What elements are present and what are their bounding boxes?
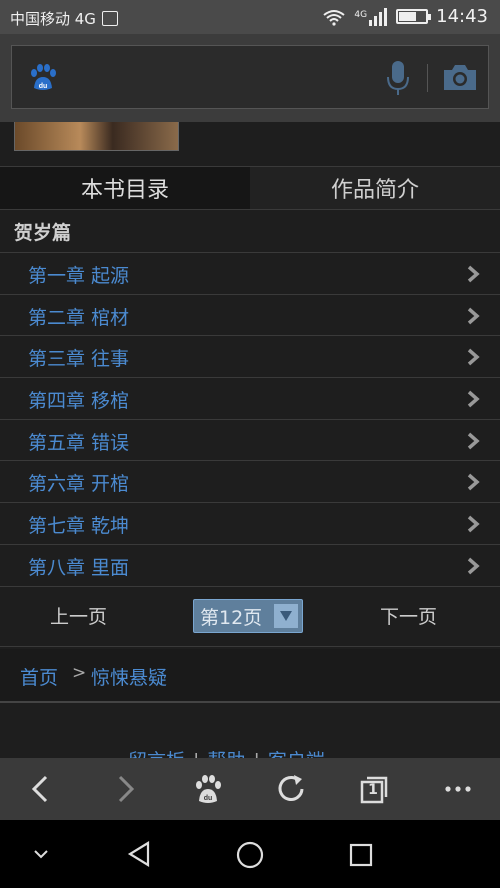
chevron-right-icon — [467, 432, 480, 450]
browser-search-bar: du — [0, 34, 500, 122]
chapter-item[interactable]: 第八章 里面 — [0, 545, 500, 587]
chapter-item[interactable]: 第五章 错误 — [0, 420, 500, 462]
status-bar: 中国移动 4G 4G 14:43 — [0, 0, 500, 34]
breadcrumb: 首页 > 惊悚悬疑 — [0, 649, 500, 703]
baidu-paw-icon: du — [31, 64, 56, 90]
nav-back-icon[interactable] — [126, 840, 154, 868]
chapter-list: 第一章 起源 第二章 棺材 第三章 往事 第四章 移棺 第五章 错误 第六章 开… — [0, 253, 500, 587]
footer-links: 留言板 | 帮助 | 客户端 — [128, 746, 325, 758]
chevron-right-icon — [467, 349, 480, 366]
search-input[interactable]: du — [11, 45, 489, 109]
wifi-icon — [323, 9, 346, 26]
chapter-item[interactable]: 第二章 棺材 — [0, 295, 500, 337]
chevron-right-icon — [467, 515, 480, 533]
tabs-icon[interactable]: 1 — [358, 772, 392, 806]
next-page-link[interactable]: 下一页 — [380, 602, 437, 629]
footer-link-client[interactable]: 客户端 — [268, 750, 325, 758]
more-icon[interactable] — [442, 772, 476, 806]
tab-count: 1 — [368, 782, 378, 798]
footer-link-help[interactable]: 帮助 — [207, 750, 245, 758]
signal-icon: 4G — [354, 7, 388, 26]
network-type-label: 4G — [354, 9, 368, 20]
footer-separator: | — [193, 750, 199, 758]
home-paw-icon[interactable]: du — [191, 772, 225, 806]
pagination: 上一页 第12页 下一页 — [0, 587, 500, 647]
page-select[interactable]: 第12页 — [193, 599, 303, 633]
clock: 14:43 — [436, 6, 488, 27]
chapter-item[interactable]: 第七章 乾坤 — [0, 503, 500, 545]
dropdown-arrow-icon — [274, 604, 298, 628]
chapter-item[interactable]: 第四章 移棺 — [0, 378, 500, 420]
page-select-value: 第12页 — [200, 606, 263, 629]
battery-icon — [396, 9, 432, 24]
chapter-item[interactable]: 第六章 开棺 — [0, 461, 500, 504]
forward-icon[interactable] — [108, 772, 142, 806]
chapter-label[interactable]: 第七章 乾坤 — [28, 511, 129, 538]
camera-icon[interactable] — [442, 62, 478, 92]
svg-text:du: du — [39, 83, 48, 90]
breadcrumb-category-link[interactable]: 惊悚悬疑 — [91, 663, 167, 690]
tab-bar: 本书目录 作品简介 — [0, 166, 500, 210]
chevron-down-icon[interactable] — [32, 848, 50, 860]
section-title: 贺岁篇 — [14, 222, 72, 244]
chevron-right-icon — [467, 390, 480, 408]
chapter-label[interactable]: 第一章 起源 — [28, 261, 129, 288]
nav-recents-icon[interactable] — [348, 842, 374, 868]
breadcrumb-separator: > — [72, 663, 87, 683]
browser-toolbar: du 1 — [0, 758, 500, 820]
chevron-right-icon — [467, 265, 480, 283]
page-content: 本书目录 作品简介 贺岁篇 第一章 起源 第二章 棺材 第三章 往事 第四章 移… — [0, 122, 500, 758]
prev-page-link[interactable]: 上一页 — [50, 602, 107, 629]
chevron-right-icon — [467, 557, 480, 575]
chapter-label[interactable]: 第三章 往事 — [28, 344, 129, 371]
carrier-label: 中国移动 4G — [10, 10, 96, 28]
footer-separator: | — [253, 750, 259, 758]
back-icon[interactable] — [24, 772, 58, 806]
nav-home-icon[interactable] — [235, 840, 265, 870]
chevron-right-icon — [467, 307, 480, 325]
refresh-icon[interactable] — [275, 772, 309, 806]
microphone-icon[interactable] — [386, 60, 410, 96]
tab-book-contents[interactable]: 本书目录 — [0, 167, 250, 209]
footer-link-guestbook[interactable]: 留言板 — [128, 750, 185, 758]
search-divider — [427, 64, 428, 92]
chapter-label[interactable]: 第八章 里面 — [28, 553, 129, 580]
gallery-notification-icon — [101, 11, 118, 26]
system-nav-bar — [0, 820, 500, 888]
chapter-label[interactable]: 第六章 开棺 — [28, 469, 129, 496]
chevron-right-icon — [467, 474, 480, 491]
chapter-item[interactable]: 第三章 往事 — [0, 336, 500, 379]
svg-text:du: du — [204, 795, 213, 802]
chapter-label[interactable]: 第五章 错误 — [28, 428, 129, 455]
book-cover-image[interactable] — [14, 122, 179, 151]
breadcrumb-home-link[interactable]: 首页 — [20, 663, 58, 690]
chapter-label[interactable]: 第四章 移棺 — [28, 386, 129, 413]
chapter-label[interactable]: 第二章 棺材 — [28, 303, 129, 330]
tab-work-intro[interactable]: 作品简介 — [250, 167, 500, 209]
chapter-item[interactable]: 第一章 起源 — [0, 253, 500, 295]
